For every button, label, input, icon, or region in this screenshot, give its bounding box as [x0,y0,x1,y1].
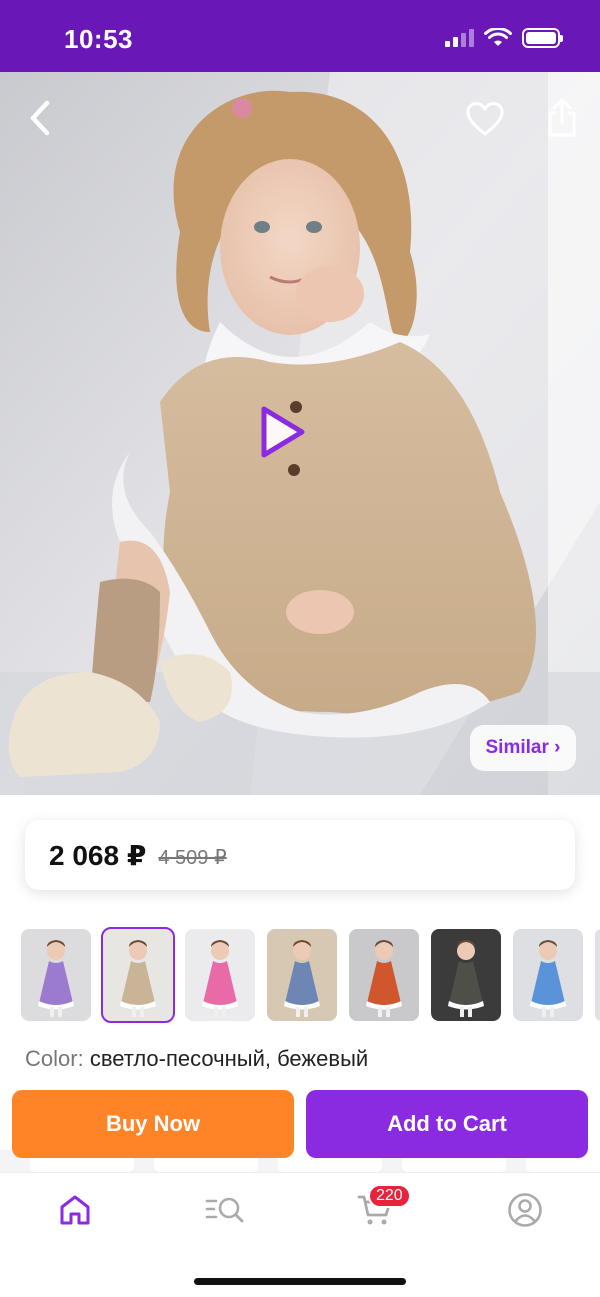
color-line: Color: светло-песочный, бежевый [25,1046,368,1072]
status-bar: 10:53 [0,0,600,72]
heart-icon [466,102,504,136]
color-thumbnail[interactable] [21,929,91,1021]
wifi-icon [484,28,512,46]
color-label: Color: [25,1046,84,1071]
color-thumbnail[interactable] [267,929,337,1021]
tab-catalog[interactable] [195,1189,255,1231]
battery-icon [522,28,563,48]
cart-badge: 220 [368,1184,411,1208]
color-thumbnail[interactable] [101,927,175,1023]
favorite-button[interactable] [462,96,508,142]
back-button[interactable] [18,96,62,140]
home-icon [60,1195,90,1225]
color-thumbnail[interactable] [431,929,501,1021]
play-video-button[interactable] [252,402,312,462]
thumbnail-image [103,929,173,1021]
home-indicator [194,1278,406,1285]
color-thumbnails [21,927,600,1023]
tab-profile[interactable] [495,1189,555,1231]
play-icon [261,406,305,458]
color-value: светло-песочный, бежевый [89,1046,369,1071]
color-thumbnail[interactable] [595,929,600,1021]
color-thumbnail[interactable] [185,929,255,1021]
status-icons [445,28,563,48]
color-thumbnail[interactable] [349,929,419,1021]
back-icon [30,100,50,136]
catalog-search-icon [205,1197,244,1223]
thumbnail-image [513,929,583,1021]
price-card: 2 068 ₽ 4 509 ₽ [25,820,575,890]
thumbnail-image [349,929,419,1021]
share-button[interactable] [540,94,584,142]
thumbnail-image [431,929,501,1021]
tab-home[interactable] [45,1189,105,1231]
profile-icon [508,1193,542,1227]
price-current: 2 068 ₽ [49,839,147,871]
share-icon [548,98,576,137]
buy-now-button[interactable]: Buy Now [12,1090,294,1158]
signal-icon [445,29,474,47]
thumbnail-image [21,929,91,1021]
thumbnail-image [185,929,255,1021]
product-page: 10:53 Similar › 2 068 ₽ 4 509 ₽ Color: с… [0,0,600,1297]
price-old: 4 509 ₽ [158,846,227,869]
thumbnail-image [595,929,600,1021]
product-photo[interactable]: Similar › [0,72,600,795]
thumbnail-image [267,929,337,1021]
add-to-cart-button[interactable]: Add to Cart [306,1090,588,1158]
color-thumbnail[interactable] [513,929,583,1021]
similar-button[interactable]: Similar › [470,725,576,771]
status-time: 10:53 [64,24,133,54]
